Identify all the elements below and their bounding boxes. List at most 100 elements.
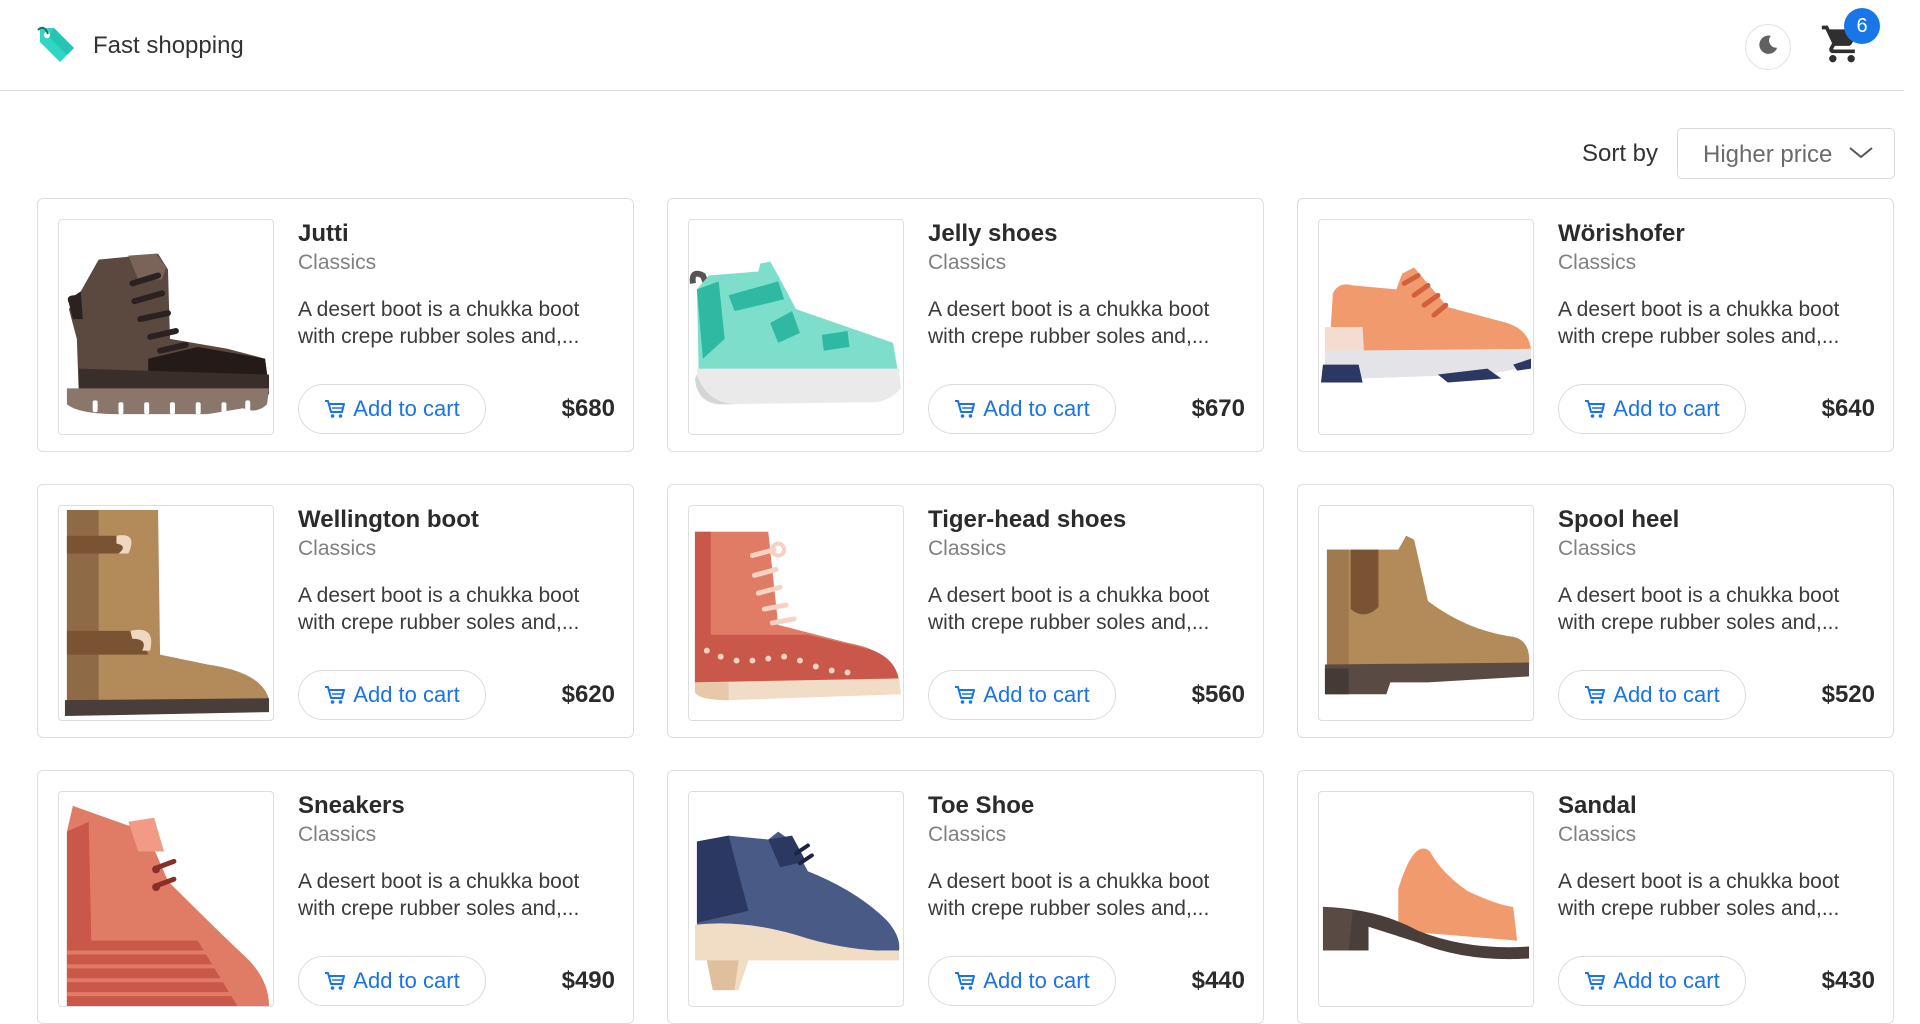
product-image[interactable] (688, 505, 904, 721)
product-description: A desert boot is a chukka boot with crep… (298, 868, 618, 922)
product-card: Sandal Classics A desert boot is a chukk… (1297, 770, 1894, 1024)
product-card: Toe Shoe Classics A desert boot is a chu… (667, 770, 1264, 1024)
description-line: A desert boot is a chukka boot (1558, 298, 1840, 321)
description-line: with crepe rubber soles and,... (1558, 897, 1840, 920)
product-description: A desert boot is a chukka boot with crep… (298, 582, 618, 636)
product-category: Classics (298, 537, 377, 560)
shopping-cart-icon (1820, 25, 1864, 70)
description-line: A desert boot is a chukka boot (298, 870, 580, 893)
dark-mode-toggle[interactable] (1745, 24, 1791, 70)
product-price: $680 (561, 395, 615, 422)
description-line: with crepe rubber soles and,... (1558, 611, 1840, 634)
product-price: $520 (1821, 681, 1875, 708)
product-price: $620 (561, 681, 615, 708)
add-to-cart-button[interactable]: Add to cart (928, 670, 1116, 720)
heeled-sandal-illustration (1322, 848, 1530, 960)
description-line: with crepe rubber soles and,... (298, 325, 580, 348)
product-description: A desert boot is a chukka boot with crep… (1558, 582, 1878, 636)
product-category: Classics (928, 251, 1007, 274)
product-category: Classics (928, 537, 1007, 560)
product-image[interactable] (1318, 219, 1534, 435)
description-line: A desert boot is a chukka boot (298, 298, 580, 321)
product-image[interactable] (58, 505, 274, 721)
product-image[interactable] (688, 219, 904, 435)
product-name[interactable]: Wörishofer (1558, 220, 1685, 248)
add-to-cart-button[interactable]: Add to cart (1558, 956, 1746, 1006)
product-name[interactable]: Wellington boot (298, 506, 479, 534)
oxford-heel-illustration (694, 831, 900, 991)
product-name[interactable]: Sandal (1558, 792, 1637, 820)
description-line: A desert boot is a chukka boot (298, 584, 580, 607)
description-line: A desert boot is a chukka boot (928, 584, 1210, 607)
product-card: Sneakers Classics A desert boot is a chu… (37, 770, 634, 1024)
add-to-cart-button[interactable]: Add to cart (928, 384, 1116, 434)
product-description: A desert boot is a chukka boot with crep… (298, 296, 618, 350)
cart-icon (1584, 399, 1606, 419)
sort-selected-value: Higher price (1703, 141, 1833, 168)
sort-select[interactable]: Higher price (1677, 128, 1895, 179)
product-name[interactable]: Sneakers (298, 792, 405, 820)
chelsea-boot-illustration (1324, 535, 1530, 695)
product-name[interactable]: Tiger-head shoes (928, 506, 1126, 534)
add-to-cart-label: Add to cart (1613, 968, 1720, 993)
add-to-cart-label: Add to cart (353, 682, 460, 707)
cart-count-badge: 6 (1844, 8, 1880, 44)
add-to-cart-button[interactable]: Add to cart (298, 670, 486, 720)
product-description: A desert boot is a chukka boot with crep… (928, 868, 1248, 922)
cart-icon (324, 399, 346, 419)
add-to-cart-button[interactable]: Add to cart (1558, 670, 1746, 720)
cart-icon (324, 685, 346, 705)
description-line: with crepe rubber soles and,... (928, 897, 1210, 920)
product-category: Classics (298, 251, 377, 274)
price-tag-icon (36, 26, 76, 66)
product-card: Spool heel Classics A desert boot is a c… (1297, 484, 1894, 738)
moon-icon (1757, 34, 1779, 61)
cart-icon (1584, 971, 1606, 991)
product-card: Jutti Classics A desert boot is a chukka… (37, 198, 634, 452)
add-to-cart-label: Add to cart (983, 396, 1090, 421)
running-shoe-illustration (1320, 267, 1532, 383)
product-category: Classics (928, 823, 1007, 846)
product-name[interactable]: Toe Shoe (928, 792, 1034, 820)
product-image[interactable] (58, 791, 274, 1007)
description-line: with crepe rubber soles and,... (298, 897, 580, 920)
product-card: Jelly shoes Classics A desert boot is a … (667, 198, 1264, 452)
product-category: Classics (1558, 251, 1637, 274)
top-bar: Fast shopping 6 (0, 0, 1904, 91)
app-title[interactable]: Fast shopping (93, 32, 244, 60)
description-line: A desert boot is a chukka boot (928, 870, 1210, 893)
add-to-cart-label: Add to cart (983, 968, 1090, 993)
cart-icon (954, 971, 976, 991)
product-name[interactable]: Spool heel (1558, 506, 1679, 534)
product-image[interactable] (688, 791, 904, 1007)
hiking-boot-illustration (66, 253, 270, 415)
product-name[interactable]: Jutti (298, 220, 349, 248)
product-description: A desert boot is a chukka boot with crep… (928, 582, 1248, 636)
product-category: Classics (1558, 823, 1637, 846)
description-line: with crepe rubber soles and,... (928, 611, 1210, 634)
description-line: A desert boot is a chukka boot (1558, 870, 1840, 893)
product-card: Wörishofer Classics A desert boot is a c… (1297, 198, 1894, 452)
product-description: A desert boot is a chukka boot with crep… (1558, 868, 1878, 922)
product-image[interactable] (1318, 791, 1534, 1007)
cart-icon (954, 685, 976, 705)
add-to-cart-button[interactable]: Add to cart (1558, 384, 1746, 434)
product-description: A desert boot is a chukka boot with crep… (928, 296, 1248, 350)
add-to-cart-label: Add to cart (1613, 396, 1720, 421)
product-price: $490 (561, 967, 615, 994)
add-to-cart-button[interactable]: Add to cart (298, 956, 486, 1006)
lace-up-boot-illustration (694, 531, 902, 701)
cart-icon (954, 399, 976, 419)
product-image[interactable] (58, 219, 274, 435)
product-image[interactable] (1318, 505, 1534, 721)
product-name[interactable]: Jelly shoes (928, 220, 1057, 248)
product-card: Tiger-head shoes Classics A desert boot … (667, 484, 1264, 738)
add-to-cart-label: Add to cart (983, 682, 1090, 707)
product-category: Classics (298, 823, 377, 846)
product-price: $670 (1191, 395, 1245, 422)
product-price: $560 (1191, 681, 1245, 708)
add-to-cart-button[interactable]: Add to cart (298, 384, 486, 434)
description-line: with crepe rubber soles and,... (928, 325, 1210, 348)
add-to-cart-button[interactable]: Add to cart (928, 956, 1116, 1006)
product-description: A desert boot is a chukka boot with crep… (1558, 296, 1878, 350)
